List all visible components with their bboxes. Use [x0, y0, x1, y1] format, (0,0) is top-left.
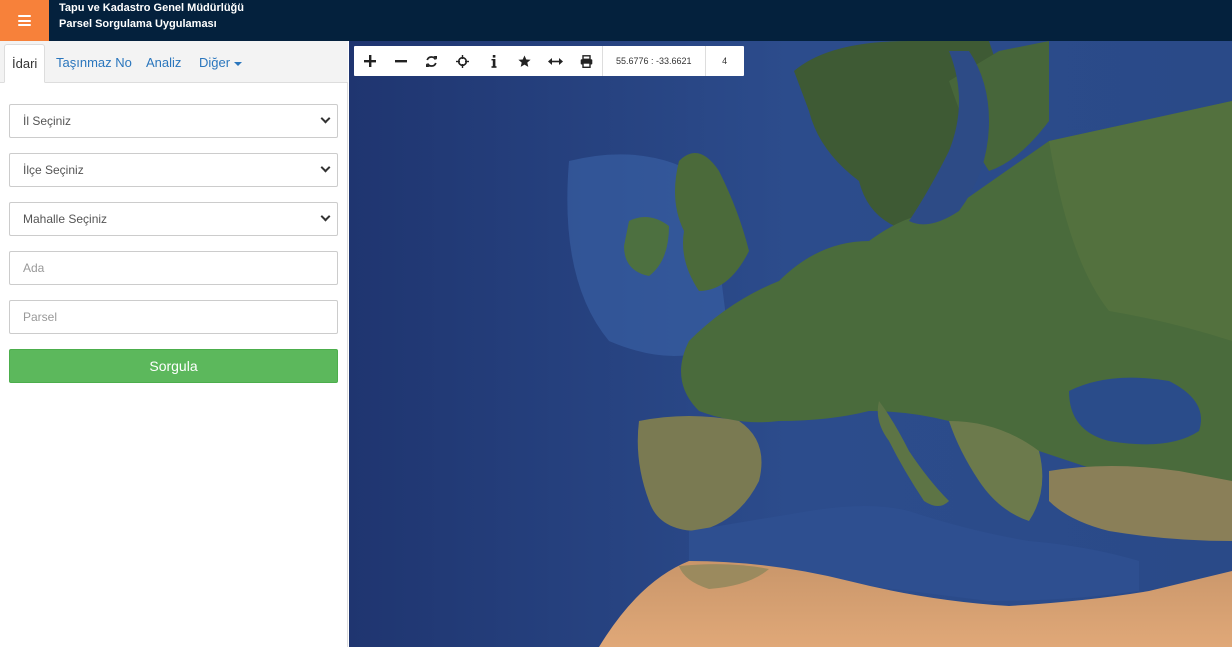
parsel-input[interactable]: Parsel	[9, 300, 338, 334]
tab-bar: İdari Taşınmaz No Analiz Diğer	[0, 41, 348, 83]
app-header: Tapu ve Kadastro Genel Müdürlüğü Parsel …	[0, 0, 1232, 41]
hamburger-icon	[18, 15, 31, 26]
satellite-map-image	[349, 41, 1232, 647]
app-title-line1: Tapu ve Kadastro Genel Müdürlüğü	[59, 2, 244, 14]
coordinate-readout: 55.6776 : -33.6621	[602, 46, 705, 76]
print-icon	[580, 54, 593, 68]
caret-down-icon	[234, 61, 243, 66]
star-icon	[518, 55, 531, 67]
query-sidebar: İdari Taşınmaz No Analiz Diğer İl Seçini…	[0, 41, 348, 647]
tab-idari[interactable]: İdari	[4, 44, 46, 83]
menu-button[interactable]	[0, 0, 49, 41]
map-view[interactable]: 55.6776 : -33.6621 4	[349, 41, 1232, 647]
info-icon	[491, 54, 496, 68]
favorite-button[interactable]	[509, 46, 540, 76]
zoom-in-button[interactable]	[354, 46, 385, 76]
zoom-level: 4	[704, 46, 744, 76]
mahalle-select-value: Mahalle Seçiniz	[23, 212, 108, 226]
tab-analiz[interactable]: Analiz	[146, 44, 181, 83]
app-title: Tapu ve Kadastro Genel Müdürlüğü Parsel …	[59, 0, 244, 32]
zoom-out-button[interactable]	[385, 46, 416, 76]
measure-icon	[548, 57, 563, 65]
tab-tasinmaz-no[interactable]: Taşınmaz No	[56, 44, 132, 83]
il-select-value: İl Seçiniz	[23, 114, 72, 128]
ilce-select-value: İlçe Seçiniz	[23, 163, 84, 177]
refresh-button[interactable]	[416, 46, 447, 76]
map-toolbar: 55.6776 : -33.6621 4	[354, 46, 744, 76]
print-button[interactable]	[571, 46, 602, 76]
ilce-select[interactable]: İlçe Seçiniz	[9, 153, 338, 187]
tab-diger[interactable]: Diğer	[199, 44, 243, 83]
locate-button[interactable]	[447, 46, 478, 76]
tab-diger-label: Diğer	[199, 55, 231, 70]
chevron-down-icon	[320, 211, 331, 222]
locate-icon	[456, 54, 469, 68]
info-button[interactable]	[478, 46, 509, 76]
zoom-in-icon	[363, 55, 376, 67]
il-select[interactable]: İl Seçiniz	[9, 104, 338, 138]
zoom-out-icon	[394, 60, 407, 63]
refresh-icon	[426, 55, 437, 67]
mahalle-select[interactable]: Mahalle Seçiniz	[9, 202, 338, 236]
ada-input[interactable]: Ada	[9, 251, 338, 285]
app-title-line2: Parsel Sorgulama Uygulaması	[59, 18, 217, 30]
chevron-down-icon	[320, 113, 331, 124]
measure-button[interactable]	[540, 46, 571, 76]
chevron-down-icon	[320, 162, 331, 173]
sorgula-button[interactable]: Sorgula	[9, 349, 338, 383]
